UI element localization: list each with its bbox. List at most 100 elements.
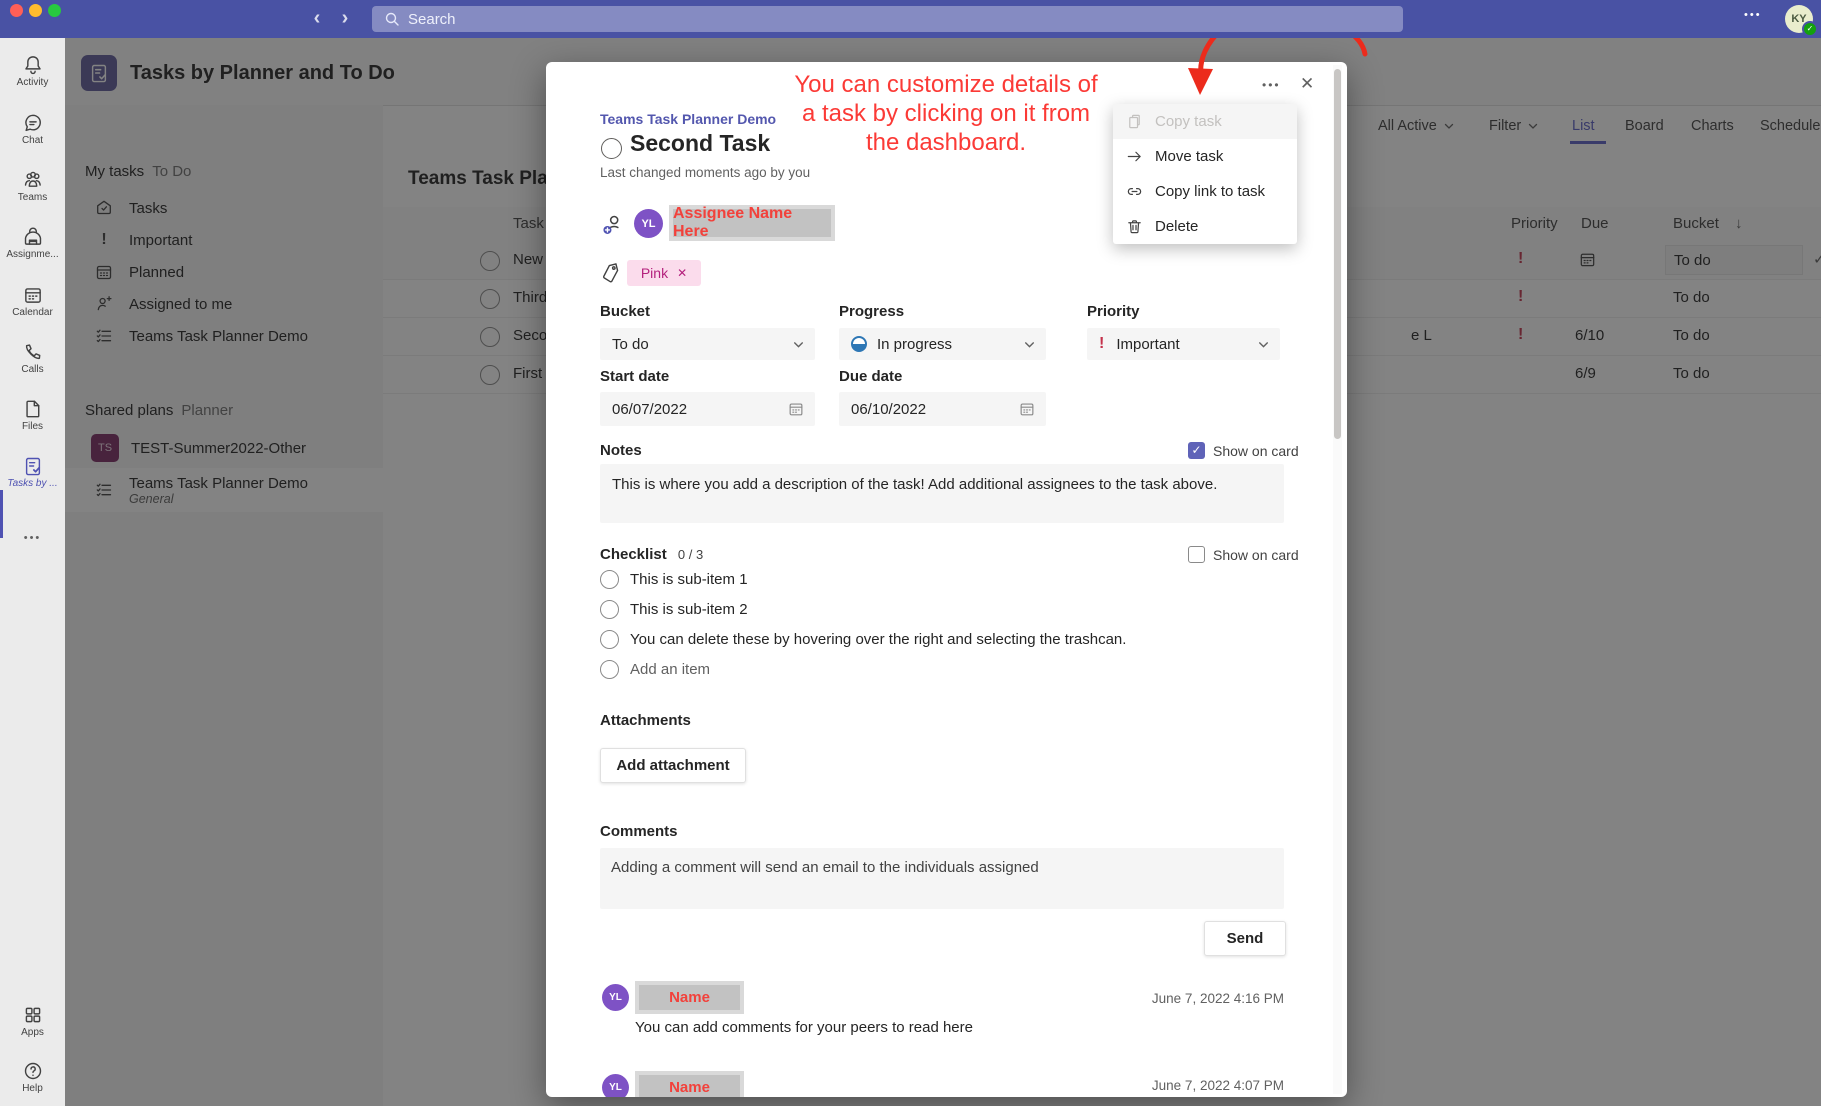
scrollbar-thumb[interactable] (1334, 69, 1341, 439)
rail-more-icon[interactable]: ••• (0, 532, 65, 544)
checkbox-unchecked-icon (1188, 546, 1205, 563)
bucket-dropdown[interactable]: To do (600, 328, 815, 360)
rail-item-help[interactable]: Help (0, 1060, 65, 1094)
comment-input[interactable]: Adding a comment will send an email to t… (600, 848, 1284, 909)
comment-name-redacted: Name (635, 1071, 744, 1097)
backpack-icon (0, 226, 65, 248)
presence-available-icon: ✓ (1802, 21, 1818, 37)
notes-show-on-card-checkbox[interactable]: ✓ Show on card (1188, 442, 1299, 459)
menu-item-copy-task[interactable]: Copy task (1113, 104, 1297, 139)
window-zoom-button[interactable] (48, 4, 61, 17)
comment-timestamp: June 7, 2022 4:07 PM (1131, 1078, 1284, 1093)
attachments-label: Attachments (600, 712, 691, 729)
help-icon (0, 1060, 65, 1082)
checklist-count: 0 / 3 (678, 547, 703, 562)
checklist-item[interactable]: This is sub-item 2 (600, 600, 748, 619)
assignee-avatar[interactable]: YL (634, 209, 663, 238)
people-icon (0, 169, 65, 191)
priority-label: Priority (1087, 303, 1140, 320)
plan-link[interactable]: Teams Task Planner Demo (600, 111, 776, 127)
progress-dropdown[interactable]: In progress (839, 328, 1046, 360)
checklist-label: Checklist 0 / 3 (600, 546, 703, 563)
remove-tag-icon[interactable]: ✕ (677, 266, 687, 280)
checklist-circle (600, 660, 619, 679)
start-date-field[interactable]: 06/07/2022 (600, 392, 815, 426)
comment-avatar: YL (602, 1074, 629, 1097)
comment-text: You can add comments for your peers to r… (635, 1019, 973, 1036)
rail-item-activity[interactable]: Activity (0, 54, 65, 88)
notes-label: Notes (600, 442, 642, 459)
priority-important-icon: ! (1099, 335, 1104, 353)
menu-item-copy-link-to-task[interactable]: Copy link to task (1113, 174, 1297, 209)
rail-item-tasks-by-planner[interactable]: Tasks by ... (0, 455, 65, 489)
comment-name-redacted: Name (635, 981, 744, 1014)
chat-icon (0, 112, 65, 134)
menu-item-delete[interactable]: Delete (1113, 209, 1297, 244)
back-icon[interactable]: ‹ (306, 6, 328, 32)
teams-app-window: ‹ › Search ••• KY ✓ Activity Chat Teams … (0, 0, 1821, 1106)
checklist-show-on-card-checkbox[interactable]: Show on card (1188, 546, 1299, 563)
rail-item-calls[interactable]: Calls (0, 341, 65, 375)
progress-label: Progress (839, 303, 904, 320)
search-input[interactable]: Search (372, 6, 1403, 32)
chevron-down-icon (1023, 338, 1036, 351)
priority-dropdown[interactable]: ! Important (1087, 328, 1280, 360)
planner-tasks-icon (0, 455, 65, 477)
arrow-right-icon (1125, 148, 1143, 165)
rail-item-chat[interactable]: Chat (0, 112, 65, 146)
comments-label: Comments (600, 823, 678, 840)
copy-icon (1125, 113, 1143, 130)
add-attachment-button[interactable]: Add attachment (600, 748, 746, 783)
file-icon (0, 398, 65, 420)
tag-pill-pink[interactable]: Pink ✕ (627, 260, 701, 286)
checklist-item[interactable]: This is sub-item 1 (600, 570, 748, 589)
rail-item-calendar[interactable]: Calendar (0, 284, 65, 318)
bucket-label: Bucket (600, 303, 650, 320)
complete-task-circle[interactable] (601, 138, 622, 159)
start-date-label: Start date (600, 368, 669, 385)
chevron-down-icon (1257, 338, 1270, 351)
send-button[interactable]: Send (1204, 921, 1286, 956)
search-placeholder: Search (408, 11, 456, 28)
rail-item-apps[interactable]: Apps (0, 1004, 65, 1038)
calendar-icon (787, 400, 805, 418)
add-assignee-icon[interactable] (600, 212, 626, 238)
tutorial-annotation-text: You can customize details of a task by c… (790, 70, 1102, 157)
checklist-circle[interactable] (600, 600, 619, 619)
tag-icon[interactable] (599, 261, 623, 285)
checklist-circle[interactable] (600, 570, 619, 589)
app-rail: Activity Chat Teams Assignme... Calendar… (0, 38, 65, 1106)
due-date-field[interactable]: 06/10/2022 (839, 392, 1046, 426)
checklist-item[interactable]: You can delete these by hovering over th… (600, 630, 1126, 649)
link-icon (1125, 183, 1143, 200)
checklist-add-item[interactable]: Add an item (600, 660, 710, 679)
title-bar: ‹ › Search ••• KY ✓ (0, 0, 1821, 38)
rail-item-teams[interactable]: Teams (0, 169, 65, 203)
window-close-button[interactable] (10, 4, 23, 17)
active-app-indicator (0, 490, 3, 538)
forward-icon[interactable]: › (334, 6, 356, 32)
menu-item-move-task[interactable]: Move task (1113, 139, 1297, 174)
assignee-name-redacted: Assignee Name Here (669, 205, 835, 241)
bell-icon (0, 54, 65, 76)
notes-textarea[interactable]: This is where you add a description of t… (600, 464, 1284, 523)
rail-item-files[interactable]: Files (0, 398, 65, 432)
phone-icon (0, 341, 65, 363)
task-title[interactable]: Second Task (630, 130, 770, 157)
rail-item-assignments[interactable]: Assignme... (0, 226, 65, 260)
checkbox-checked-icon: ✓ (1188, 442, 1205, 459)
due-date-label: Due date (839, 368, 902, 385)
titlebar-more-icon[interactable]: ••• (1744, 9, 1762, 21)
calendar-icon (1018, 400, 1036, 418)
window-minimize-button[interactable] (29, 4, 42, 17)
dialog-scrollbar[interactable] (1333, 65, 1342, 1094)
chevron-down-icon (792, 338, 805, 351)
in-progress-icon (851, 336, 867, 352)
trash-icon (1125, 218, 1143, 235)
checklist-circle[interactable] (600, 630, 619, 649)
last-changed-text: Last changed moments ago by you (600, 165, 810, 180)
apps-grid-icon (0, 1004, 65, 1026)
calendar-icon (0, 284, 65, 306)
comment-timestamp: June 7, 2022 4:16 PM (1131, 991, 1284, 1006)
task-context-menu: Copy task Move task Copy link to task De… (1113, 104, 1297, 244)
